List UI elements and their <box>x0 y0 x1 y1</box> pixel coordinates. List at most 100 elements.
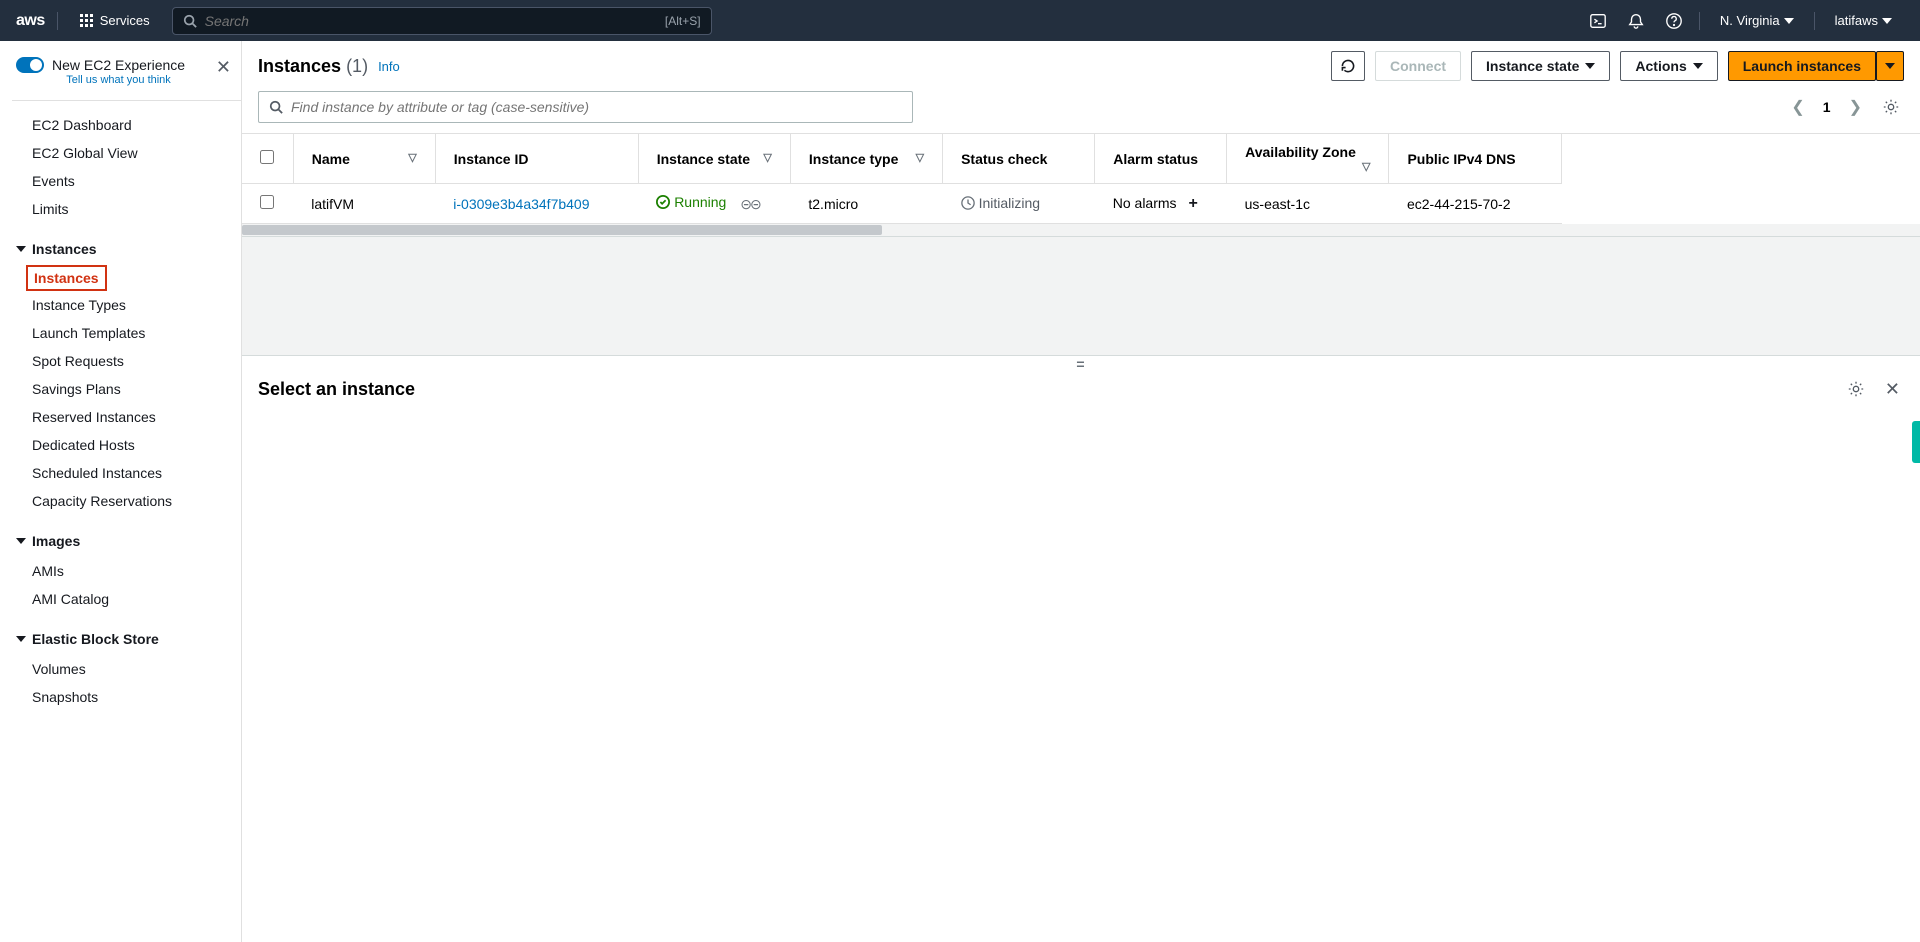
instances-table: Name▽ Instance ID Instance state▽ Instan… <box>242 134 1562 224</box>
nav-instance-types[interactable]: Instance Types <box>12 291 241 319</box>
column-menu-icon[interactable]: ▽ <box>916 151 924 164</box>
current-page: 1 <box>1823 99 1831 115</box>
top-nav: aws Services [Alt+S] N. Virginia latifaw… <box>0 0 1920 41</box>
split-handle[interactable]: = <box>242 355 1920 371</box>
region-selector[interactable]: N. Virginia <box>1708 13 1806 28</box>
page-title: Instances (1) <box>258 56 368 77</box>
actions-button[interactable]: Actions <box>1620 51 1717 81</box>
horizontal-scrollbar[interactable] <box>242 224 1920 236</box>
detail-settings-button[interactable] <box>1843 376 1869 402</box>
nav-ec2-dashboard[interactable]: EC2 Dashboard <box>12 111 241 139</box>
nav-section-instances[interactable]: Instances <box>12 233 241 265</box>
add-alarm-button[interactable]: + <box>1188 195 1197 212</box>
column-menu-icon[interactable]: ▽ <box>408 151 416 164</box>
main-content: Instances (1) Info Connect Instance stat… <box>242 41 1920 942</box>
column-menu-icon[interactable]: ▽ <box>1362 160 1370 173</box>
new-experience-feedback-link[interactable]: Tell us what you think <box>52 74 185 86</box>
table-row[interactable]: latifVM i-0309e3b4a34f7b409 Running ⊝⊝ t… <box>242 184 1562 224</box>
nav-snapshots[interactable]: Snapshots <box>12 683 241 711</box>
settings-button[interactable] <box>1878 94 1904 120</box>
help-icon[interactable] <box>1657 4 1691 38</box>
new-experience-title: New EC2 Experience <box>52 57 185 73</box>
launch-instances-dropdown[interactable] <box>1876 51 1904 81</box>
new-experience-toggle-row: New EC2 Experience Tell us what you thin… <box>12 55 241 96</box>
chevron-down-icon <box>16 538 26 544</box>
grid-icon <box>80 14 94 28</box>
filter-input[interactable] <box>291 99 902 115</box>
search-input[interactable] <box>205 13 665 29</box>
pager: ❮ 1 ❯ <box>1787 95 1866 119</box>
services-menu[interactable]: Services <box>70 7 160 34</box>
nav-limits[interactable]: Limits <box>12 195 241 223</box>
nav-launch-templates[interactable]: Launch Templates <box>12 319 241 347</box>
chevron-down-icon <box>1693 63 1703 69</box>
column-public-dns[interactable]: Public IPv4 DNS <box>1389 134 1562 184</box>
empty-area <box>242 236 1920 356</box>
instance-state-button[interactable]: Instance state <box>1471 51 1610 81</box>
column-instance-id[interactable]: Instance ID <box>435 134 638 184</box>
nav-capacity-reservations[interactable]: Capacity Reservations <box>12 487 241 515</box>
notifications-icon[interactable] <box>1619 4 1653 38</box>
nav-ec2-global-view[interactable]: EC2 Global View <box>12 139 241 167</box>
search-icon <box>269 100 283 114</box>
cell-alarm: No alarms + <box>1095 184 1227 224</box>
instances-table-container: Name▽ Instance ID Instance state▽ Instan… <box>242 133 1920 236</box>
refresh-button[interactable] <box>1331 51 1365 81</box>
select-all-checkbox[interactable] <box>260 150 274 164</box>
nav-events[interactable]: Events <box>12 167 241 195</box>
instance-state: Running <box>656 194 726 210</box>
state-actions-icon[interactable]: ⊝⊝ <box>740 196 759 212</box>
detail-title: Select an instance <box>258 379 415 400</box>
connect-button[interactable]: Connect <box>1375 51 1461 81</box>
aws-logo[interactable]: aws <box>16 12 58 30</box>
check-circle-icon <box>656 195 670 209</box>
nav-section-ebs[interactable]: Elastic Block Store <box>12 623 241 655</box>
search-shortcut: [Alt+S] <box>665 14 701 28</box>
new-experience-toggle[interactable] <box>16 57 44 73</box>
cell-type: t2.micro <box>790 184 942 224</box>
chevron-down-icon <box>1882 18 1892 24</box>
nav-ami-catalog[interactable]: AMI Catalog <box>12 585 241 613</box>
account-menu[interactable]: latifaws <box>1823 13 1904 28</box>
instance-count: (1) <box>346 56 368 76</box>
select-all-header <box>242 134 293 184</box>
sidebar: New EC2 Experience Tell us what you thin… <box>0 41 242 942</box>
chevron-down-icon <box>16 636 26 642</box>
row-checkbox[interactable] <box>260 195 274 209</box>
side-tab[interactable] <box>1912 421 1920 463</box>
launch-instances-button[interactable]: Launch instances <box>1728 51 1876 81</box>
nav-dedicated-hosts[interactable]: Dedicated Hosts <box>12 431 241 459</box>
instance-id-link[interactable]: i-0309e3b4a34f7b409 <box>453 196 589 212</box>
filter-input-container[interactable] <box>258 91 913 123</box>
nav-amis[interactable]: AMIs <box>12 557 241 585</box>
column-instance-state[interactable]: Instance state▽ <box>638 134 790 184</box>
cell-name: latifVM <box>293 184 435 224</box>
column-status-check[interactable]: Status check <box>943 134 1095 184</box>
next-page-button[interactable]: ❯ <box>1845 95 1866 119</box>
nav-instances[interactable]: Instances <box>26 265 107 291</box>
cell-dns: ec2-44-215-70-2 <box>1389 184 1562 224</box>
column-menu-icon[interactable]: ▽ <box>763 151 771 164</box>
clock-icon <box>961 196 975 210</box>
services-label: Services <box>100 13 150 28</box>
cloudshell-icon[interactable] <box>1581 4 1615 38</box>
close-detail-button[interactable]: ✕ <box>1881 379 1904 400</box>
nav-volumes[interactable]: Volumes <box>12 655 241 683</box>
nav-savings-plans[interactable]: Savings Plans <box>12 375 241 403</box>
nav-reserved-instances[interactable]: Reserved Instances <box>12 403 241 431</box>
column-instance-type[interactable]: Instance type▽ <box>790 134 942 184</box>
detail-panel-container: = Select an instance ✕ <box>242 356 1920 942</box>
column-alarm-status[interactable]: Alarm status <box>1095 134 1227 184</box>
column-availability-zone[interactable]: Availability Zone▽ <box>1227 134 1389 184</box>
prev-page-button[interactable]: ❮ <box>1787 95 1808 119</box>
nav-scheduled-instances[interactable]: Scheduled Instances <box>12 459 241 487</box>
drag-handle-icon: = <box>1076 356 1085 372</box>
chevron-down-icon <box>1885 63 1895 69</box>
chevron-down-icon <box>1784 18 1794 24</box>
column-name[interactable]: Name▽ <box>293 134 435 184</box>
info-link[interactable]: Info <box>378 59 400 74</box>
nav-spot-requests[interactable]: Spot Requests <box>12 347 241 375</box>
close-icon[interactable]: ✕ <box>212 57 235 78</box>
nav-section-images[interactable]: Images <box>12 525 241 557</box>
global-search[interactable]: [Alt+S] <box>172 7 712 35</box>
